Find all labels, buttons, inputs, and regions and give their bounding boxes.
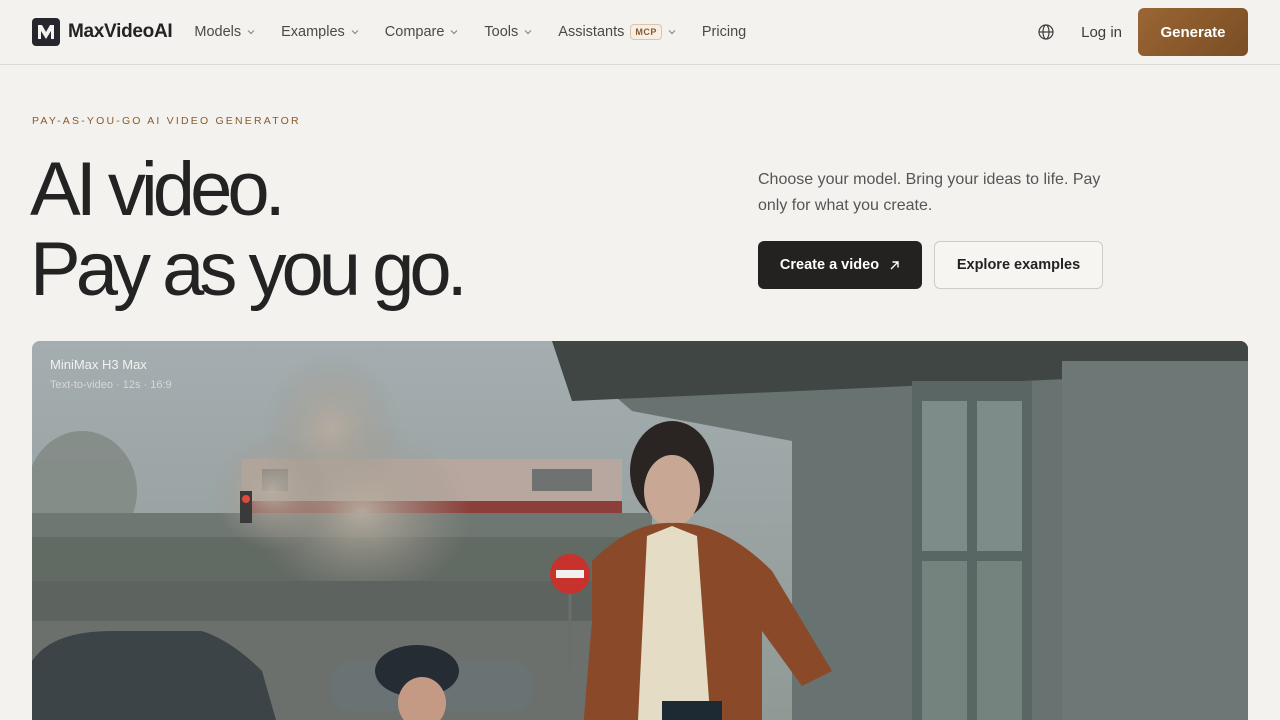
nav-item-models[interactable]: Models [194, 24, 255, 40]
video-meta: Text-to-video · 12s · 16:9 [50, 379, 172, 391]
logo-m-icon [32, 18, 60, 46]
nav-actions: Log in Generate [1037, 8, 1248, 56]
hero-subtitle: Choose your model. Bring your ideas to l… [758, 171, 1101, 214]
globe-icon[interactable] [1037, 23, 1055, 41]
video-preview[interactable]: MiniMax H3 Max Text-to-video · 12s · 16:… [32, 341, 1248, 720]
video-model-title: MiniMax H3 Max [50, 357, 147, 372]
explore-examples-button[interactable]: Explore examples [934, 241, 1103, 289]
nav-item-label: Compare [384, 24, 445, 40]
nav-item-label: Pricing [701, 24, 747, 40]
nav-item-compare[interactable]: Compare [385, 24, 459, 40]
hero-cta-row: Create a video Explore examples [758, 241, 1103, 289]
nav-item-pricing[interactable]: Pricing [702, 24, 746, 40]
hero-headline: AI video. Pay as you go. [30, 147, 468, 312]
chevron-down-icon [450, 30, 458, 35]
headline-line-1: AI video. [30, 147, 286, 232]
chevron-down-icon [524, 30, 532, 35]
top-navigation: MaxVideoAI Models Examples Compare Tools… [0, 0, 1280, 65]
create-video-label: Create a video [779, 257, 880, 273]
nav-item-label: Models [194, 24, 242, 40]
generate-button[interactable]: Generate [1138, 8, 1248, 56]
login-link[interactable]: Log in [1081, 24, 1122, 41]
nav-item-label: Examples [281, 24, 345, 40]
brand-logo[interactable]: MaxVideoAI [32, 18, 173, 46]
nav-item-assistants[interactable]: Assistants MCP [558, 24, 676, 40]
headline-line-2: Pay as you go. [30, 227, 468, 312]
nav-menu: Models Examples Compare Tools Assistants… [194, 24, 772, 40]
arrow-up-right-icon [890, 260, 899, 269]
video-still-image [32, 341, 1248, 720]
create-video-button[interactable]: Create a video [758, 241, 922, 289]
chevron-down-icon [668, 30, 676, 35]
mcp-badge: MCP [630, 24, 662, 40]
nav-item-examples[interactable]: Examples [281, 24, 359, 40]
nav-item-label: Assistants [558, 24, 625, 40]
nav-item-label: Tools [484, 24, 519, 40]
chevron-down-icon [351, 30, 359, 35]
video-caption: MiniMax H3 Max Text-to-video · 12s · 16:… [50, 357, 172, 391]
chevron-down-icon [247, 30, 255, 35]
hero-eyebrow: PAY-AS-YOU-GO AI VIDEO GENERATOR [32, 115, 301, 127]
nav-item-tools[interactable]: Tools [484, 24, 532, 40]
brand-name: MaxVideoAI [68, 21, 173, 42]
